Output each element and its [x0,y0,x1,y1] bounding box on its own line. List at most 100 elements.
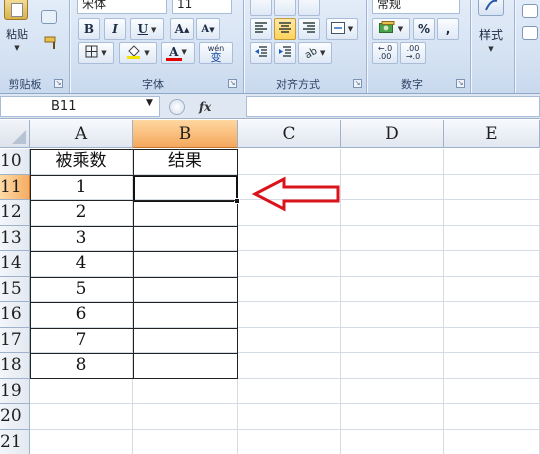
merge-center-button[interactable]: ▼ [326,18,358,40]
font-color-button[interactable]: A ▼ [161,42,195,64]
column-header-e[interactable]: E [444,120,540,148]
row-header-17[interactable]: 17 [0,327,30,353]
cell-a16[interactable]: 6 [30,302,133,328]
cell-a21[interactable] [30,429,133,454]
insert-function-button[interactable]: fx [199,100,211,114]
cell-b12[interactable] [133,200,238,226]
cell-b10[interactable]: 结果 [133,149,238,175]
decrease-decimal-button[interactable]: .00 →.0 [400,42,426,64]
cell-a10[interactable]: 被乘数 [30,149,133,175]
row-header-13[interactable]: 13 [0,225,30,251]
chevron-down-icon[interactable]: ▼ [146,98,153,108]
column-header-a[interactable]: A [30,120,133,148]
paste-button[interactable]: 粘贴 ▼ [3,26,31,62]
cell-e14[interactable] [444,251,540,277]
cell-b17[interactable] [133,327,238,353]
cell-e19[interactable] [444,378,540,404]
column-header-b[interactable]: B [133,120,238,148]
grow-font-button[interactable]: A ▲ [170,18,194,40]
cell-d19[interactable] [341,378,444,404]
insert-cells-icon[interactable] [522,4,538,18]
cell-b18[interactable] [133,353,238,379]
cell-c14[interactable] [238,251,341,277]
name-box[interactable]: B11 [0,96,160,117]
cell-d13[interactable] [341,225,444,251]
cell-e15[interactable] [444,276,540,302]
paste-icon[interactable] [4,0,28,20]
cell-c20[interactable] [238,404,341,430]
cell-a18[interactable]: 8 [30,353,133,379]
alignment-dialog-launcher[interactable]: ↘ [353,79,362,88]
row-header-15[interactable]: 15 [0,276,30,302]
fill-color-button[interactable]: ▼ [119,42,157,64]
fill-handle[interactable] [234,198,240,204]
cell-d10[interactable] [341,149,444,175]
row-header-20[interactable]: 20 [0,404,30,430]
active-cell-b11[interactable] [133,175,238,202]
cell-b21[interactable] [133,429,238,454]
increase-decimal-button[interactable]: ←.0 .00 [372,42,398,64]
font-name-select[interactable]: 宋体 [77,0,167,14]
cell-a12[interactable]: 2 [30,200,133,226]
italic-button[interactable]: I [104,18,126,40]
cell-b16[interactable] [133,302,238,328]
row-header-12[interactable]: 12 [0,200,30,226]
copy-icon[interactable] [41,10,57,24]
cell-b13[interactable] [133,225,238,251]
select-all-button[interactable] [0,120,30,148]
cell-e10[interactable] [444,149,540,175]
cell-d12[interactable] [341,200,444,226]
align-left-button[interactable] [250,18,272,40]
cell-a13[interactable]: 3 [30,225,133,251]
font-size-select[interactable]: 11 [172,0,232,14]
cell-c16[interactable] [238,302,341,328]
styles-icon[interactable] [478,0,504,16]
formula-bar-knob-icon[interactable] [169,98,185,115]
font-dialog-launcher[interactable]: ↘ [228,79,237,88]
cell-c21[interactable] [238,429,341,454]
cell-c19[interactable] [238,378,341,404]
cell-d15[interactable] [341,276,444,302]
cell-a14[interactable]: 4 [30,251,133,277]
increase-indent-button[interactable] [274,42,296,64]
styles-button[interactable]: 样式 ▼ [473,26,509,60]
cell-a15[interactable]: 5 [30,276,133,302]
comma-button[interactable]: , [437,18,459,40]
row-header-19[interactable]: 19 [0,378,30,404]
orientation-button[interactable]: ab ▼ [298,42,332,64]
align-middle-button[interactable] [274,0,296,16]
column-header-c[interactable]: C [238,120,341,148]
row-header-11[interactable]: 11 [0,174,30,200]
cell-d18[interactable] [341,353,444,379]
cell-d20[interactable] [341,404,444,430]
cell-e20[interactable] [444,404,540,430]
row-header-14[interactable]: 14 [0,251,30,277]
cell-d11[interactable] [341,174,444,200]
cell-a19[interactable] [30,378,133,404]
row-header-18[interactable]: 18 [0,353,30,379]
cell-c15[interactable] [238,276,341,302]
cell-e17[interactable] [444,327,540,353]
cell-c10[interactable] [238,149,341,175]
cell-d17[interactable] [341,327,444,353]
delete-cells-icon[interactable] [522,26,538,40]
bold-button[interactable]: B [78,18,100,40]
borders-button[interactable]: ▼ [78,42,114,64]
align-center-button[interactable] [274,18,296,40]
cell-e13[interactable] [444,225,540,251]
cell-b20[interactable] [133,404,238,430]
row-header-10[interactable]: 10 [0,149,30,175]
cell-e18[interactable] [444,353,540,379]
shrink-font-button[interactable]: A ▼ [196,18,220,40]
cell-b14[interactable] [133,251,238,277]
underline-button[interactable]: U ▼ [130,18,164,40]
percent-button[interactable]: % [413,18,435,40]
row-header-21[interactable]: 21 [0,429,30,454]
cell-c17[interactable] [238,327,341,353]
currency-button[interactable]: ▼ [372,18,410,40]
cell-e16[interactable] [444,302,540,328]
cell-d16[interactable] [341,302,444,328]
worksheet-grid[interactable]: A B C D E 10 被乘数 结果 11 1 12 2 13 3 14 4 15 5 16 6 17 7 18 8 19 20… [0,120,540,454]
cell-c18[interactable] [238,353,341,379]
cell-b15[interactable] [133,276,238,302]
